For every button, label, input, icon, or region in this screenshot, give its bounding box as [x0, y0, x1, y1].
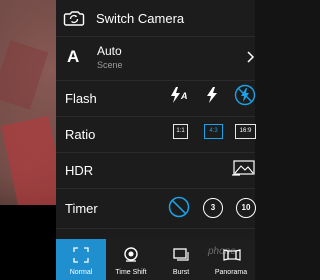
watermark: phone	[208, 246, 236, 257]
timer-off-icon[interactable]	[168, 196, 190, 218]
preview-shadow	[0, 205, 56, 280]
mode-time-shift-label: Time Shift	[115, 269, 147, 276]
timer-row: Timer	[56, 188, 255, 229]
flash-off-icon[interactable]	[234, 84, 256, 106]
scene-auto-icon: A	[67, 47, 80, 66]
mode-time-shift[interactable]: Time Shift	[106, 239, 156, 280]
ratio-4-3-option[interactable]: 4:3	[204, 124, 223, 139]
hdr-toggle-icon[interactable]	[232, 160, 255, 176]
ratio-label: Ratio	[65, 126, 96, 142]
time-shift-icon	[124, 247, 138, 262]
scene-label: Scene	[97, 60, 123, 70]
chevron-right-icon[interactable]	[246, 50, 256, 64]
scene-value: Auto	[97, 44, 122, 58]
flash-label: Flash	[65, 90, 97, 106]
mode-burst-label: Burst	[172, 269, 190, 276]
svg-text:A: A	[180, 91, 188, 101]
ratio-1-1-option[interactable]: 1:1	[173, 124, 188, 139]
ratio-16-9-option[interactable]: 16:9	[235, 124, 256, 139]
scene-row[interactable]	[56, 36, 255, 81]
mode-burst[interactable]: Burst	[156, 239, 206, 280]
preview-object	[0, 40, 49, 110]
camera-settings-panel: Switch Camera A Auto Scene Flash A Ratio…	[56, 0, 256, 280]
normal-mode-icon	[73, 247, 89, 263]
flash-auto-icon[interactable]: A	[170, 86, 190, 104]
switch-camera-icon	[63, 11, 85, 26]
mode-panorama-label: Panorama	[214, 269, 248, 276]
burst-icon	[173, 248, 189, 261]
switch-camera-label: Switch Camera	[96, 11, 185, 26]
hdr-row: HDR	[56, 152, 255, 189]
timer-10s-option[interactable]: 10	[236, 198, 256, 218]
switch-camera-row[interactable]: Switch Camera	[56, 0, 255, 37]
timer-label: Timer	[65, 200, 98, 216]
mode-normal[interactable]: Normal	[56, 239, 106, 280]
ratio-row: Ratio	[56, 116, 255, 153]
flash-on-icon[interactable]	[206, 86, 218, 104]
hdr-label: HDR	[65, 162, 94, 178]
timer-3s-option[interactable]: 3	[203, 198, 223, 218]
flash-row: Flash	[56, 80, 255, 117]
mode-normal-label: Normal	[69, 269, 93, 276]
